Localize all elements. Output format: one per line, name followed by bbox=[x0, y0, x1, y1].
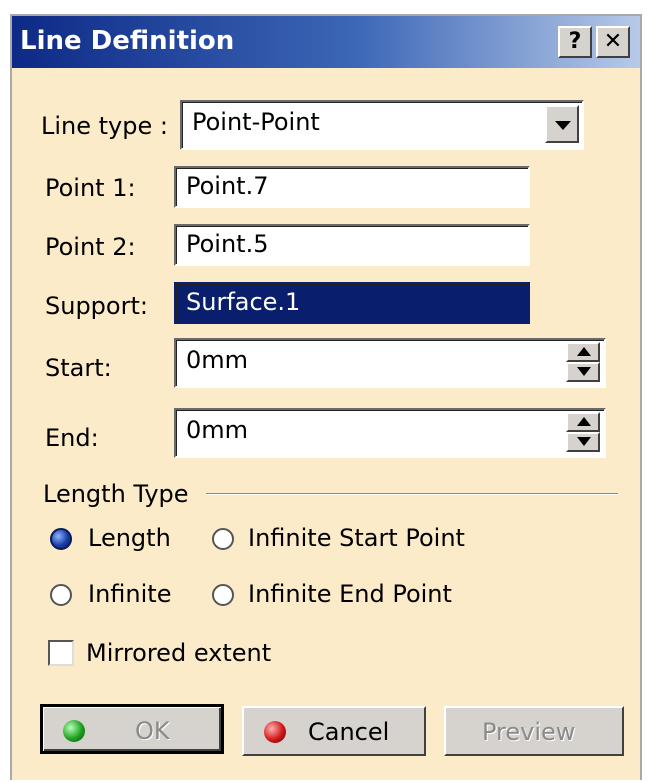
point2-label: Point 2: bbox=[45, 233, 136, 261]
start-increment-icon[interactable] bbox=[566, 342, 600, 362]
radio-infinite-label: Infinite bbox=[88, 580, 172, 608]
support-value: Surface.1 bbox=[186, 288, 301, 316]
ok-label: OK bbox=[135, 717, 170, 745]
ok-green-icon bbox=[63, 720, 85, 742]
end-increment-icon[interactable] bbox=[566, 412, 600, 432]
start-spinner[interactable]: 0mm bbox=[174, 338, 606, 388]
point1-value: Point.7 bbox=[186, 172, 269, 200]
ok-button[interactable]: OK bbox=[40, 704, 224, 754]
help-button[interactable]: ? bbox=[558, 26, 592, 58]
point2-value: Point.5 bbox=[186, 230, 269, 258]
group-divider bbox=[206, 493, 618, 495]
preview-label: Preview bbox=[482, 718, 576, 746]
line-type-label: Line type : bbox=[41, 112, 168, 140]
start-value: 0mm bbox=[186, 346, 249, 374]
line-type-value: Point-Point bbox=[192, 108, 320, 136]
point1-label: Point 1: bbox=[45, 174, 136, 202]
mirrored-extent-label: Mirrored extent bbox=[86, 639, 272, 667]
preview-button[interactable]: Preview bbox=[444, 706, 624, 756]
point2-field[interactable]: Point.5 bbox=[174, 224, 530, 266]
cancel-button[interactable]: Cancel bbox=[242, 706, 426, 756]
point1-field[interactable]: Point.7 bbox=[174, 166, 530, 208]
cancel-label: Cancel bbox=[308, 718, 390, 746]
chevron-down-icon[interactable] bbox=[545, 105, 579, 143]
start-label: Start: bbox=[45, 354, 112, 382]
radio-infinite-end-point-label: Infinite End Point bbox=[248, 580, 452, 608]
close-button[interactable]: ✕ bbox=[596, 26, 630, 58]
end-label: End: bbox=[45, 424, 99, 452]
support-label: Support: bbox=[45, 292, 148, 320]
radio-length[interactable] bbox=[50, 528, 72, 550]
radio-infinite-start-point-label: Infinite Start Point bbox=[248, 524, 465, 552]
end-spinner[interactable]: 0mm bbox=[174, 408, 606, 458]
cancel-red-icon bbox=[264, 721, 286, 743]
title-bar[interactable]: Line Definition ? ✕ bbox=[12, 16, 640, 68]
radio-length-label: Length bbox=[88, 524, 171, 552]
line-definition-dialog: Line Definition ? ✕ Line type : Point-Po… bbox=[10, 14, 642, 780]
start-decrement-icon[interactable] bbox=[566, 362, 600, 382]
radio-infinite-end-point[interactable] bbox=[212, 584, 234, 606]
line-type-combo[interactable]: Point-Point bbox=[180, 100, 584, 150]
end-decrement-icon[interactable] bbox=[566, 432, 600, 452]
length-type-group-label: Length Type bbox=[43, 480, 189, 508]
end-value: 0mm bbox=[186, 416, 249, 444]
radio-infinite-start-point[interactable] bbox=[212, 528, 234, 550]
radio-infinite[interactable] bbox=[50, 584, 72, 606]
support-field[interactable]: Surface.1 bbox=[174, 282, 530, 324]
dialog-title: Line Definition bbox=[20, 26, 235, 56]
mirrored-extent-checkbox[interactable] bbox=[48, 640, 74, 666]
